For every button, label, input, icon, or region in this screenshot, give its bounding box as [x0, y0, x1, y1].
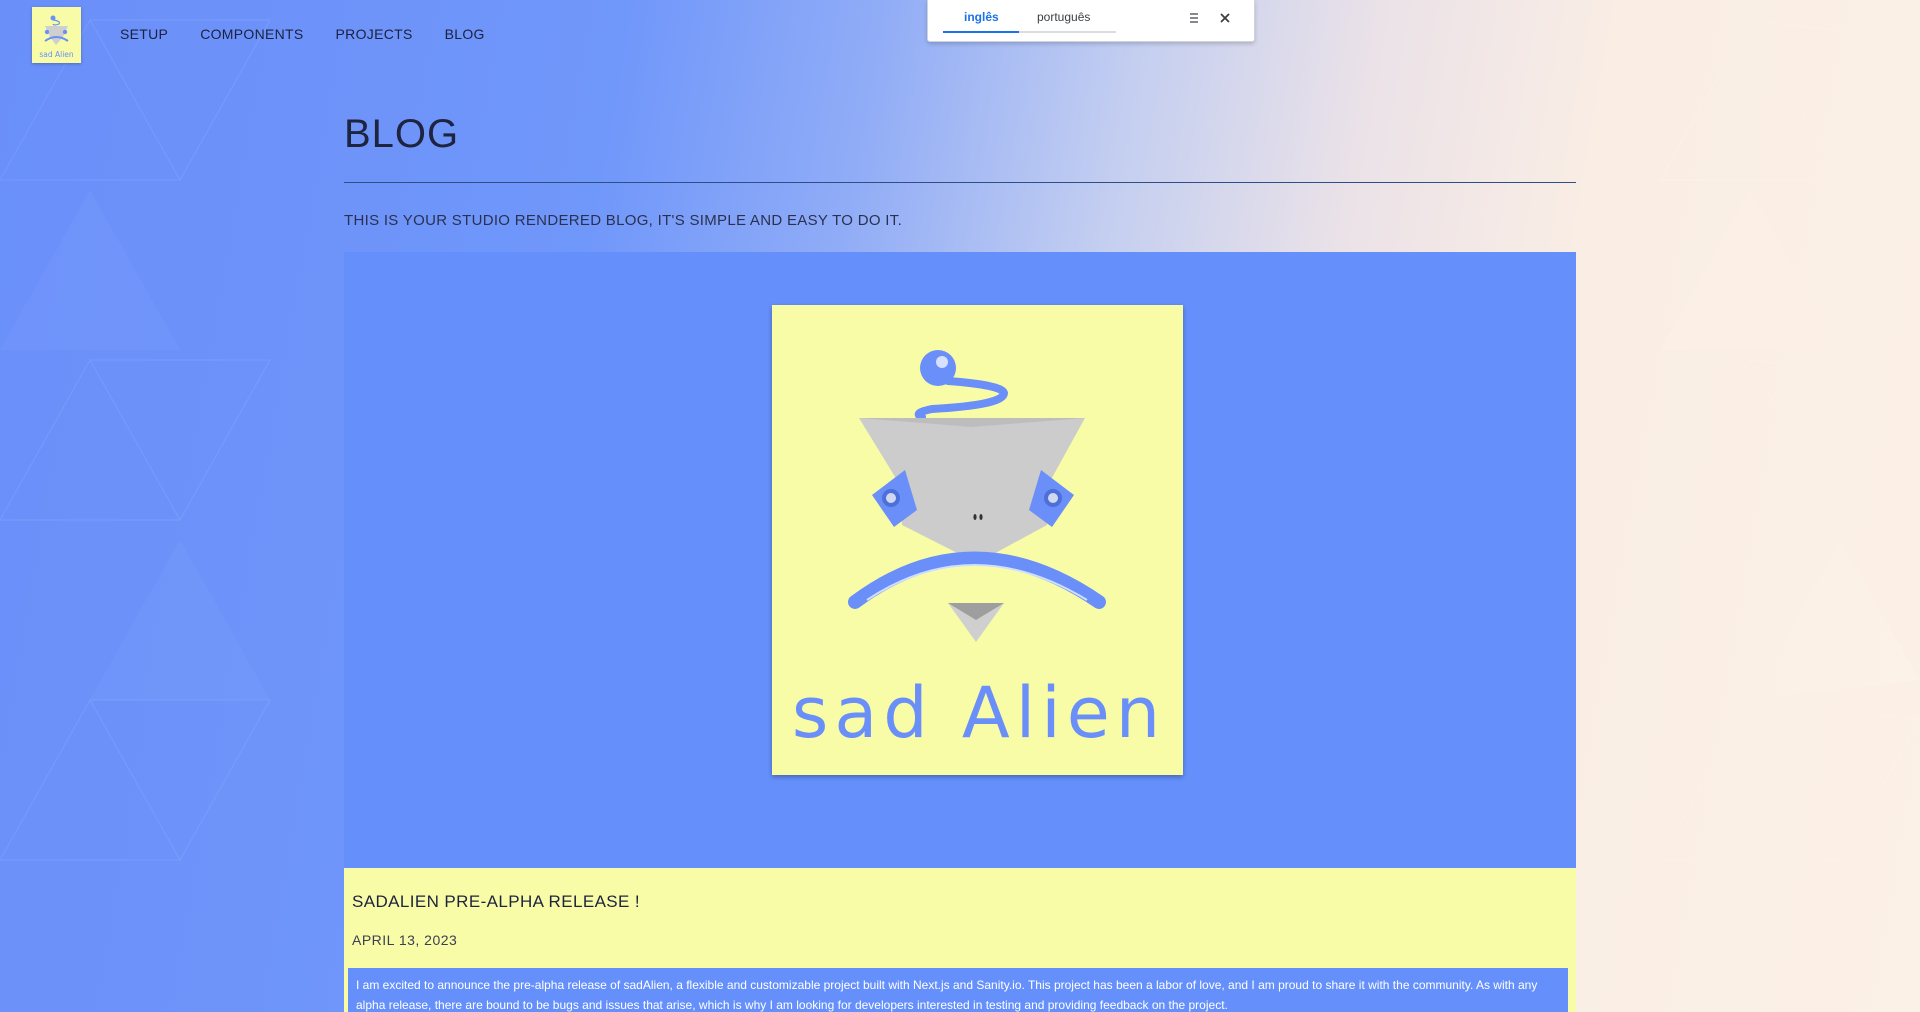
tab-indicator: [943, 31, 1116, 33]
post-title[interactable]: SADALIEN PRE-ALPHA RELEASE !: [352, 892, 640, 912]
tab-english[interactable]: inglês: [964, 10, 999, 24]
post-card: SADALIEN PRE-ALPHA RELEASE ! APRIL 13, 2…: [344, 868, 1576, 1012]
close-icon[interactable]: [1215, 8, 1235, 28]
page-title: BLOG: [344, 112, 460, 156]
sad-alien-illustration: sad Alien: [792, 350, 1166, 754]
logo-wordmark: sad Alien: [39, 50, 74, 59]
post-date: APRIL 13, 2023: [352, 932, 458, 948]
nav-components[interactable]: COMPONENTS: [200, 26, 303, 42]
translate-toolbar: inglês português: [927, 0, 1255, 42]
nav-setup[interactable]: SETUP: [120, 26, 168, 42]
post-excerpt: I am excited to announce the pre-alpha r…: [348, 968, 1568, 1012]
tab-portuguese[interactable]: português: [1037, 10, 1090, 24]
alien-logo-icon: sad Alien: [39, 15, 74, 59]
cover-wordmark: sad Alien: [792, 672, 1166, 754]
site-logo[interactable]: sad Alien: [32, 7, 81, 63]
title-divider: [344, 182, 1576, 183]
nav-blog[interactable]: BLOG: [445, 26, 485, 42]
main-nav: SETUP COMPONENTS PROJECTS BLOG: [120, 26, 517, 42]
page-subtitle: THIS IS YOUR STUDIO RENDERED BLOG, IT'S …: [344, 212, 903, 229]
menu-icon[interactable]: [1184, 8, 1204, 28]
nav-projects[interactable]: PROJECTS: [336, 26, 413, 42]
post-cover-image[interactable]: sad Alien: [772, 305, 1183, 775]
post-hero[interactable]: sad Alien: [344, 252, 1576, 868]
